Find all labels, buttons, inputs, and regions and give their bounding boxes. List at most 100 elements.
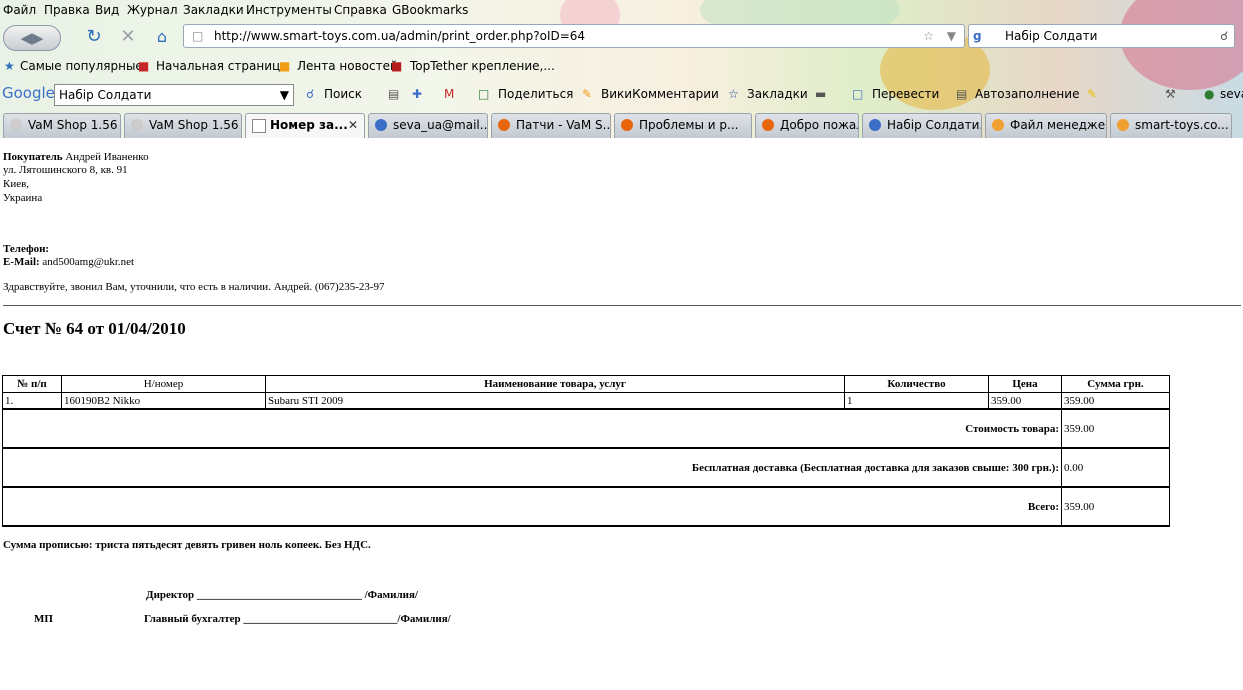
tab-google-search[interactable]: Набір Солдати... (862, 113, 982, 138)
menu-bar: Файл Правка Вид Журнал Закладки Инструме… (0, 0, 1243, 20)
menu-help[interactable]: Справка (334, 3, 387, 17)
buyer-line: Покупатель Андрей Иваненко (3, 151, 149, 163)
menu-history[interactable]: Журнал (127, 3, 178, 17)
google-toolbar: Google Набір Солдати ▼ ☌ Поиск ▤ ✚ M □ П… (0, 82, 1243, 106)
invoice-title: Счет № 64 от 01/04/2010 (3, 319, 186, 338)
tab-file-manager[interactable]: Файл менеджер (985, 113, 1107, 138)
amount-in-words: Сумма прописью: триста пятьдесят девять … (3, 539, 371, 551)
reload-icon[interactable]: ↻ (82, 25, 106, 49)
bookmark-news-feed[interactable]: Лента новостей (297, 59, 398, 73)
minus-icon[interactable]: ▬ (815, 87, 826, 101)
search-text: Набір Солдати (1005, 29, 1098, 43)
row-price: 359.00 (988, 392, 1062, 410)
browser-chrome: Файл Правка Вид Журнал Закладки Инструме… (0, 0, 1243, 138)
buyer-label: Покупатель (3, 151, 63, 163)
close-icon[interactable]: ✕ (348, 114, 358, 137)
menu-bookmarks[interactable]: Закладки (183, 3, 244, 17)
tab-label: VaM Shop 1.56 (28, 118, 118, 132)
back-forward-button[interactable]: ◀▶ (3, 25, 61, 51)
status-dot-icon: ● (1204, 87, 1215, 101)
tab-label: smart-toys.co... (1135, 118, 1229, 132)
menu-tools[interactable]: Инструменты (246, 3, 332, 17)
page-icon (252, 119, 266, 133)
total-label: Всего: (2, 486, 1062, 527)
search-icon: ☌ (306, 87, 315, 101)
bookmark-toptether[interactable]: TopTether крепление,... (410, 59, 555, 73)
dropdown-icon[interactable]: ▼ (947, 25, 956, 47)
user-label[interactable]: seva (1220, 87, 1243, 101)
mail-icon (375, 119, 387, 131)
tab-vamshop-2[interactable]: VaM Shop 1.56 (124, 113, 242, 138)
site-icon (621, 119, 633, 131)
star-icon[interactable]: ☆ (923, 25, 934, 47)
customer-comment: Здравствуйте, звонил Вам, уточнили, что … (3, 281, 385, 293)
google-logo: Google (2, 84, 55, 102)
search-icon[interactable]: ☌ (1220, 25, 1228, 47)
autofill-button[interactable]: Автозаполнение (975, 87, 1079, 101)
site-icon (498, 119, 510, 131)
bookmark-start-page[interactable]: Начальная страница (156, 59, 288, 73)
translate-icon: □ (852, 87, 864, 101)
share-button[interactable]: Поделиться (498, 87, 573, 101)
pencil-icon: ✎ (582, 87, 593, 101)
subtotal-value: 359.00 (1061, 408, 1170, 449)
email-line: E-Mail: and500amg@ukr.net (3, 256, 134, 268)
bookmarks-star-icon: ☆ (728, 87, 739, 101)
google-bookmarks-button[interactable]: Закладки (747, 87, 808, 101)
tab-vamshop-1[interactable]: VaM Shop 1.56 (3, 113, 121, 138)
page-icon (131, 119, 143, 131)
site-icon (762, 119, 774, 131)
menu-file[interactable]: Файл (3, 3, 36, 17)
shipping-label: Бесплатная доставка (Бесплатная доставка… (2, 447, 1062, 488)
news-icon[interactable]: ▤ (388, 87, 399, 101)
row-product-name: Subaru STI 2009 (265, 392, 845, 410)
translate-button[interactable]: Перевести (872, 87, 939, 101)
chevron-down-icon[interactable]: ▼ (280, 85, 289, 105)
tab-smart-toys[interactable]: smart-toys.co... (1110, 113, 1232, 138)
email-value[interactable]: and500amg@ukr.net (42, 256, 134, 268)
column-header: Н/номер (61, 375, 266, 393)
address-line: ул. Лятошинского 8, кв. 91 (3, 164, 128, 176)
phone-label: Телефон: (3, 243, 50, 255)
email-label: E-Mail: (3, 256, 40, 268)
stamp-label: МП (34, 613, 53, 625)
country-line: Украина (3, 192, 43, 204)
wrench-icon[interactable]: ⚒ (1165, 87, 1176, 101)
accountant-signature-line: Главный бухгалтер ______________________… (144, 613, 451, 625)
divider (3, 305, 1241, 306)
tab-label: Файл менеджер (1010, 118, 1107, 132)
menu-edit[interactable]: Правка (44, 3, 90, 17)
column-header: Количество (844, 375, 989, 393)
tab-problems[interactable]: Проблемы и р... (614, 113, 752, 138)
plus-icon[interactable]: ✚ (412, 87, 422, 101)
wiki-comments-button[interactable]: ВикиКомментарии (601, 87, 719, 101)
subtotal-label: Стоимость товара: (2, 408, 1062, 449)
google-engine-icon[interactable]: g (973, 25, 982, 47)
tab-mail[interactable]: seva_ua@mail.... (368, 113, 488, 138)
autofill-icon: ▤ (956, 87, 968, 101)
menu-gbookmarks[interactable]: GBookmarks (392, 3, 468, 17)
site-icon (992, 119, 1004, 131)
table-header-row: № п/п Н/номер Наименование товара, услуг… (2, 375, 1170, 393)
column-header: Сумма грн. (1061, 375, 1170, 393)
home-icon[interactable]: ⌂ (150, 25, 174, 49)
tab-order-active[interactable]: Номер за... ✕ (245, 113, 365, 138)
url-bar[interactable]: □ http://www.smart-toys.com.ua/admin/pri… (183, 24, 965, 48)
navigation-bar: ◀▶ ↻ ✕ ⌂ □ http://www.smart-toys.com.ua/… (0, 22, 1243, 52)
gmail-icon[interactable]: M (444, 87, 454, 101)
subtotal-row: Стоимость товара: 359.00 (2, 408, 1170, 449)
tab-label: VaM Shop 1.56 (149, 118, 239, 132)
menu-view[interactable]: Вид (95, 3, 119, 17)
tab-welcome[interactable]: Добро пожал... (755, 113, 859, 138)
total-row: Всего: 359.00 (2, 486, 1170, 527)
bookmark-popular[interactable]: Самые популярные (20, 59, 143, 73)
buyer-name: Андрей Иваненко (65, 151, 149, 163)
pen-icon[interactable]: ✎ (1087, 87, 1097, 101)
search-bar[interactable]: g Набір Солдати ☌ (968, 24, 1235, 48)
tab-label: Патчи - VaM S... (516, 118, 611, 132)
google-search-button[interactable]: Поиск (324, 87, 362, 101)
stop-icon[interactable]: ✕ (116, 25, 140, 49)
tab-patches[interactable]: Патчи - VaM S... (491, 113, 611, 138)
page-icon (10, 119, 22, 131)
google-search-input[interactable]: Набір Солдати ▼ (54, 84, 294, 106)
